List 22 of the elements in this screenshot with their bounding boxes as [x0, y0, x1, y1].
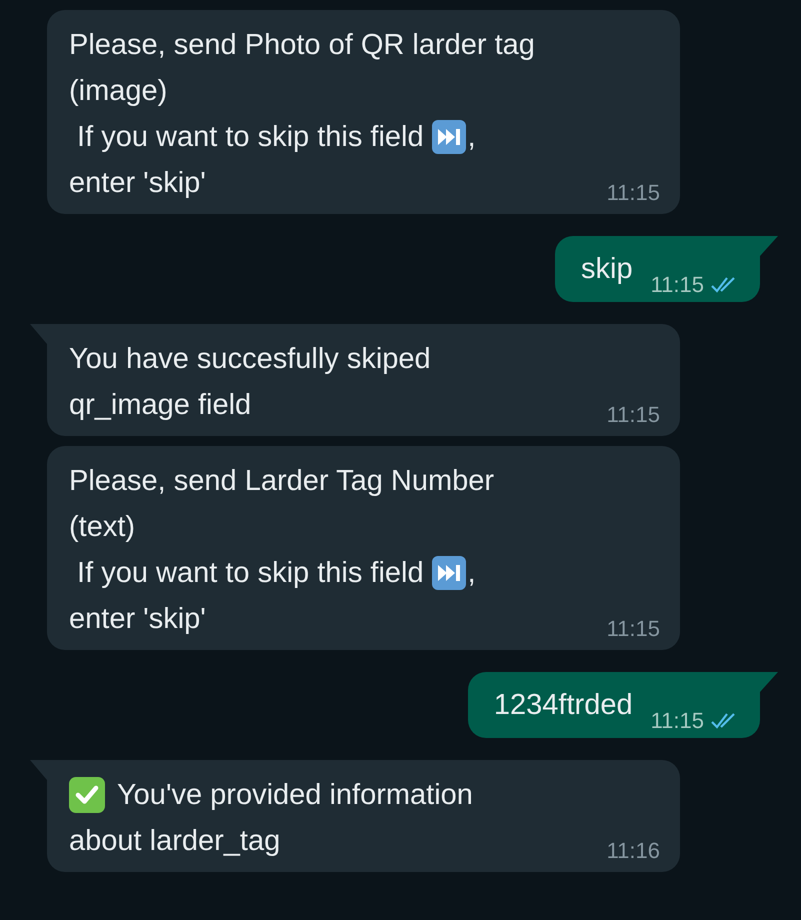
message-text: (text): [69, 510, 136, 545]
message-text: (image): [69, 74, 168, 109]
message-text: 1234ftrded: [494, 688, 633, 723]
message-text: enter 'skip': [69, 166, 206, 201]
message-text: If you want to skip this field: [76, 120, 424, 155]
message-text: If you want to skip this field: [76, 556, 424, 591]
message-text: ,: [468, 556, 476, 591]
message-text: qr_image field: [69, 388, 252, 423]
message-text: about larder_tag: [69, 824, 280, 859]
message-time: 11:15: [606, 180, 660, 206]
message-time: 11:15: [606, 616, 660, 642]
message-time: 11:15: [606, 402, 660, 428]
message-text: skip: [581, 252, 633, 287]
message-text: You have succesfully skiped: [69, 342, 431, 377]
message-text: ,: [468, 120, 476, 155]
message-time: 11:16: [606, 838, 660, 864]
message-time: 11:15: [650, 708, 704, 734]
message-text: Please, send Photo of QR larder tag: [69, 28, 535, 63]
message-text: enter 'skip': [69, 602, 206, 637]
message-text: You've provided information: [117, 778, 473, 813]
message-time: 11:15: [650, 272, 704, 298]
message-text: Please, send Larder Tag Number: [69, 464, 494, 499]
